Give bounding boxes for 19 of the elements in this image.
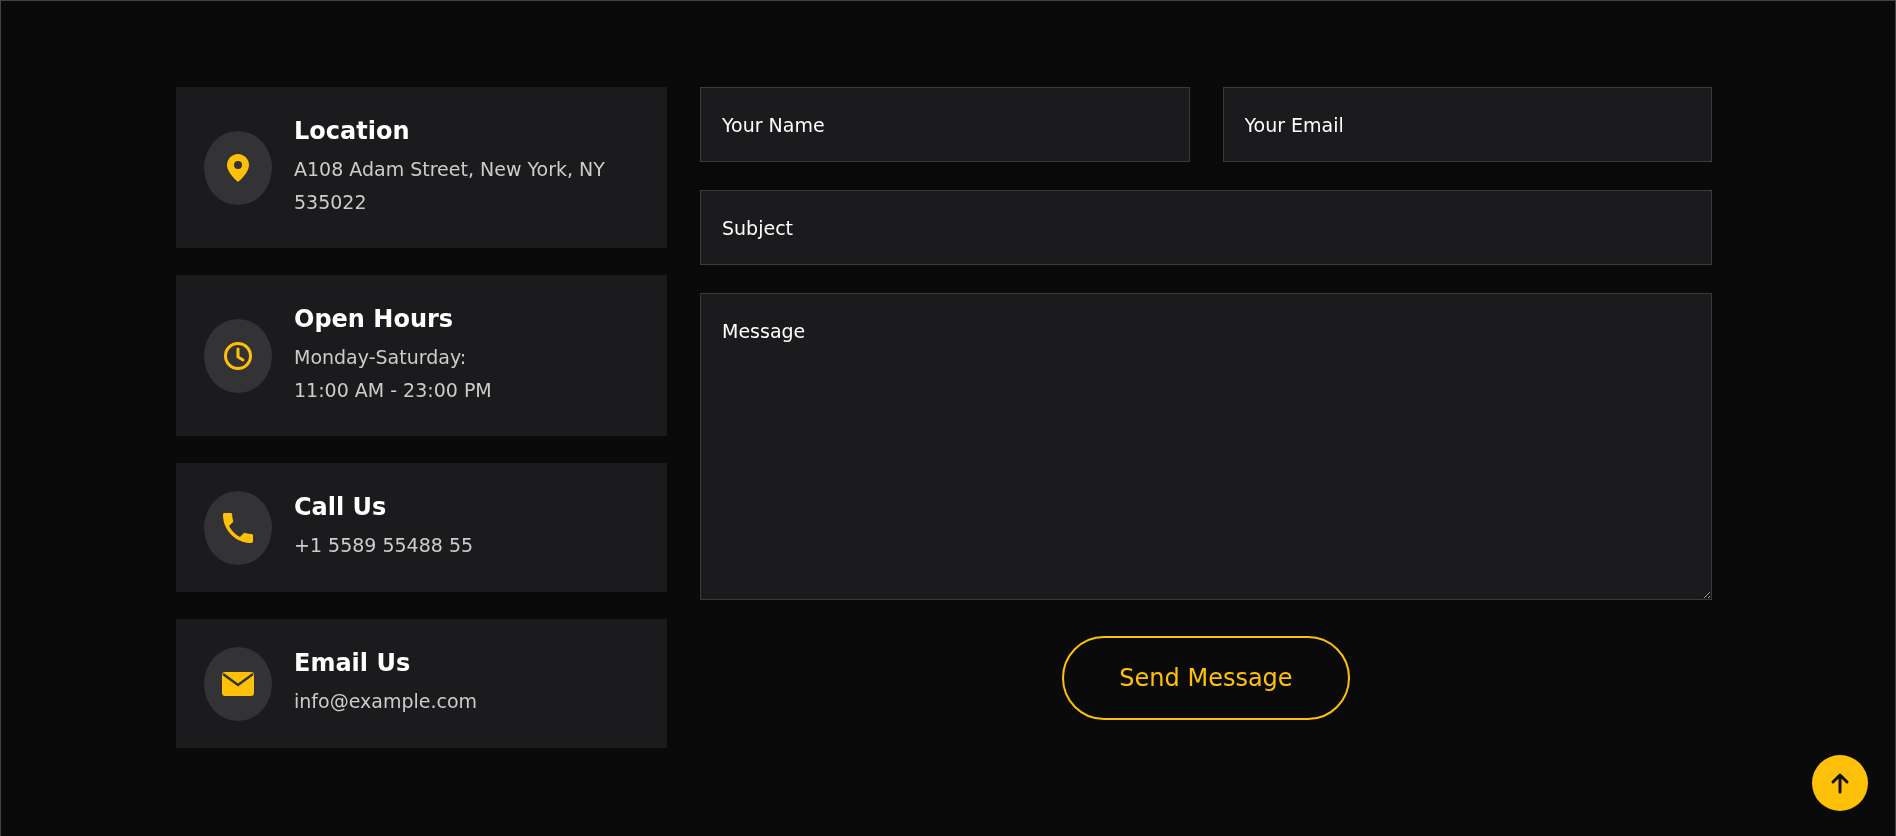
card-text: +1 5589 55488 55 <box>294 533 474 558</box>
clock-icon <box>223 340 253 371</box>
arrow-up-icon <box>1830 772 1850 794</box>
card-text: A108 Adam Street, New York, NY 535022 <box>294 156 606 215</box>
phone-icon <box>223 512 253 543</box>
card-title: Location <box>294 116 411 145</box>
scroll-to-top-button[interactable] <box>1812 755 1868 811</box>
subject-field[interactable]: Subject <box>700 190 1712 265</box>
message-field[interactable]: Message <box>700 293 1712 600</box>
card-text: Monday-Saturday: 11:00 AM - 23:00 PM <box>294 344 492 403</box>
card-text: info@example.com <box>294 689 478 714</box>
envelope-icon <box>222 671 254 696</box>
name-field[interactable]: Your Name <box>700 87 1190 162</box>
map-pin-icon <box>227 153 249 182</box>
card-title: Call Us <box>294 493 388 521</box>
card-title: Email Us <box>294 649 412 677</box>
email-field[interactable]: Your Email <box>1222 87 1712 162</box>
send-message-button[interactable]: Send Message <box>1062 636 1350 720</box>
card-title: Open Hours <box>294 304 455 333</box>
